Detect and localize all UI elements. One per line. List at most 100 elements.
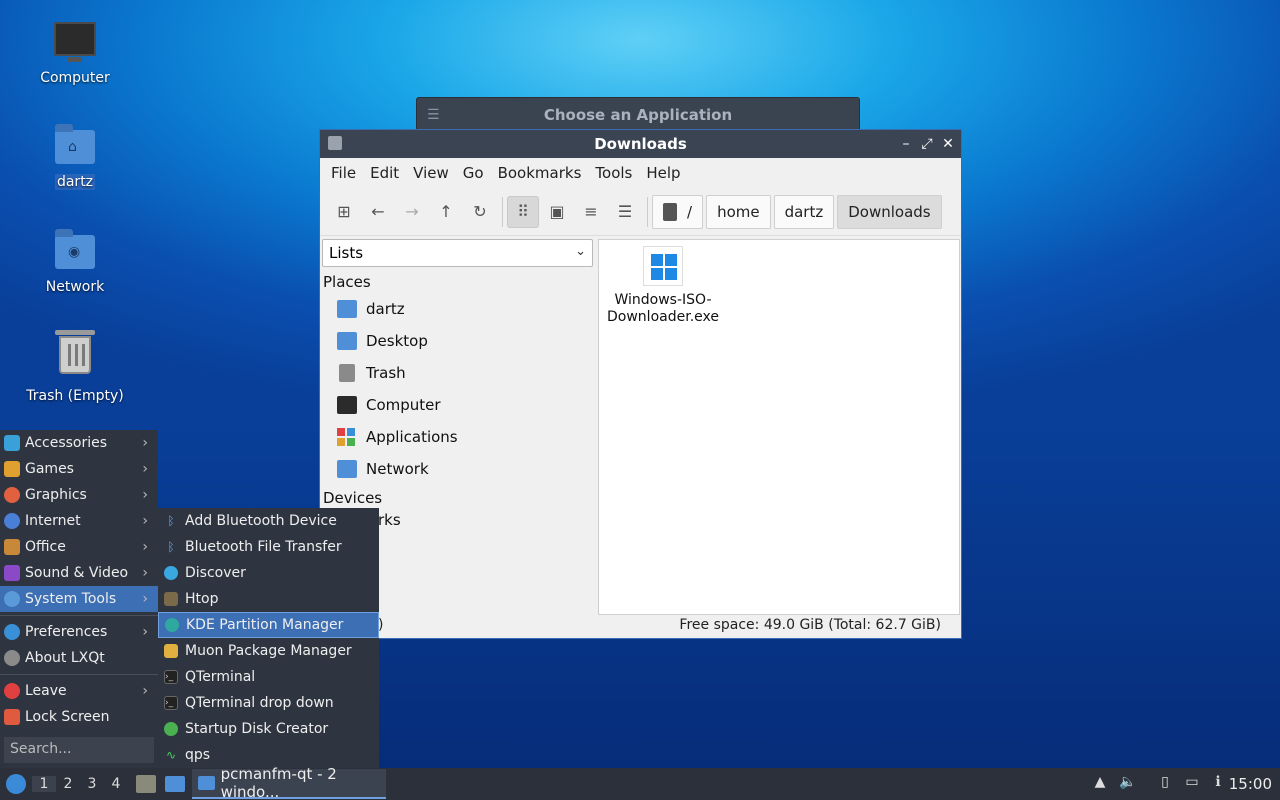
bluetooth-icon: ᛒ: [167, 514, 175, 528]
tray-expand-icon[interactable]: ▲: [1091, 774, 1109, 792]
submenu-discover[interactable]: Discover: [158, 560, 379, 586]
file-name-line: Windows-ISO-: [614, 292, 712, 308]
breadcrumb-downloads[interactable]: Downloads: [837, 194, 942, 229]
menu-divider: [0, 674, 158, 675]
menu-go[interactable]: Go: [456, 164, 491, 182]
dialog-title: Choose an Application: [543, 106, 733, 124]
office-icon: [4, 539, 20, 555]
submenu-muon-package-manager[interactable]: Muon Package Manager: [158, 638, 379, 664]
place-network[interactable]: Network: [320, 453, 595, 485]
file-item[interactable]: Windows-ISO- Downloader.exe: [603, 246, 723, 326]
desktop-icon-computer[interactable]: Computer: [20, 18, 130, 86]
home-folder-icon: [337, 300, 357, 318]
network-status-icon[interactable]: ▭: [1183, 774, 1201, 792]
menu-bookmarks[interactable]: Bookmarks: [491, 164, 589, 182]
new-tab-icon[interactable]: ⊞: [328, 196, 360, 228]
window-titlebar[interactable]: Downloads – ⤢ ✕: [320, 130, 961, 158]
menu-label: Preferences: [25, 624, 108, 640]
back-arrow-icon[interactable]: ←: [362, 196, 394, 228]
network-folder-icon: [337, 460, 357, 478]
file-view[interactable]: Windows-ISO- Downloader.exe: [598, 239, 960, 615]
choose-application-dialog[interactable]: ☰ Choose an Application: [416, 97, 860, 131]
menu-label: QTerminal drop down: [185, 695, 334, 711]
menu-internet[interactable]: Internet ›: [0, 508, 158, 534]
file-manager-launcher-icon[interactable]: [136, 775, 156, 793]
submenu-htop[interactable]: Htop: [158, 586, 379, 612]
place-dartz[interactable]: dartz: [320, 293, 595, 325]
menu-tools[interactable]: Tools: [588, 164, 639, 182]
menu-leave[interactable]: Leave ›: [0, 678, 158, 704]
reload-icon[interactable]: ↻: [464, 196, 496, 228]
system-tools-submenu: ᛒ Add Bluetooth Device ᛒ Bluetooth File Tr…: [158, 508, 379, 768]
start-menu-button[interactable]: [0, 768, 32, 800]
place-applications[interactable]: Applications: [320, 421, 595, 453]
menu-label: Discover: [185, 565, 246, 581]
menu-office[interactable]: Office ›: [0, 534, 158, 560]
places-header[interactable]: Places: [320, 267, 595, 293]
menu-view[interactable]: View: [406, 164, 456, 182]
place-computer[interactable]: Computer: [320, 389, 595, 421]
clock[interactable]: 15:00: [1229, 775, 1272, 793]
workspace-4[interactable]: 4: [104, 776, 128, 792]
menu-sound-video[interactable]: Sound & Video ›: [0, 560, 158, 586]
desktop-icon-trash[interactable]: Trash (Empty): [20, 330, 130, 404]
workspace-3[interactable]: 3: [80, 776, 104, 792]
place-trash[interactable]: Trash: [320, 357, 595, 389]
menu-help[interactable]: Help: [639, 164, 687, 182]
volume-icon[interactable]: 🔈: [1119, 774, 1137, 792]
menu-lock-screen[interactable]: Lock Screen: [0, 704, 158, 730]
submenu-qterminal-drop-down[interactable]: ›_ QTerminal drop down: [158, 690, 379, 716]
up-arrow-icon[interactable]: ↑: [430, 196, 462, 228]
thumbnail-view-icon[interactable]: ▣: [541, 196, 573, 228]
submenu-add-bluetooth-device[interactable]: ᛒ Add Bluetooth Device: [158, 508, 379, 534]
menu-system-tools[interactable]: System Tools ›: [0, 586, 158, 612]
games-icon: [4, 461, 20, 477]
workspace-2[interactable]: 2: [56, 776, 80, 792]
close-icon[interactable]: ✕: [938, 134, 958, 154]
taskbar-task-pcmanfm[interactable]: pcmanfm-qt - 2 windo...: [192, 765, 386, 800]
show-desktop-icon[interactable]: [165, 776, 185, 792]
update-notifier-icon[interactable]: ℹ: [1209, 774, 1227, 792]
menu-label: Htop: [185, 591, 219, 607]
menu-search-input[interactable]: Search...: [4, 737, 154, 763]
menu-accessories[interactable]: Accessories ›: [0, 430, 158, 456]
sound-video-icon: [4, 565, 20, 581]
submenu-qterminal[interactable]: ›_ QTerminal: [158, 664, 379, 690]
menu-preferences[interactable]: Preferences ›: [0, 619, 158, 645]
menu-about-lxqt[interactable]: About LXQt: [0, 645, 158, 671]
menu-label: System Tools: [25, 591, 117, 607]
free-space-label: Free space: 49.0 GiB (Total: 62.7 GiB): [679, 617, 941, 633]
submenu-bluetooth-file-transfer[interactable]: ᛒ Bluetooth File Transfer: [158, 534, 379, 560]
minimize-icon[interactable]: –: [896, 134, 916, 154]
toolbar-divider: [647, 196, 648, 227]
menu-games[interactable]: Games ›: [0, 456, 158, 482]
breadcrumb-dartz[interactable]: dartz: [773, 194, 835, 229]
menu-graphics[interactable]: Graphics ›: [0, 482, 158, 508]
bluetooth-icon: ᛒ: [167, 540, 175, 554]
drive-icon: [663, 202, 677, 221]
power-icon: [4, 683, 20, 699]
desktop-icon-label: Computer: [40, 70, 110, 86]
detailed-list-icon[interactable]: ☰: [609, 196, 641, 228]
side-pane-mode-select[interactable]: Lists ⌄: [322, 239, 593, 267]
forward-arrow-icon[interactable]: →: [396, 196, 428, 228]
breadcrumb-home[interactable]: home: [706, 194, 771, 229]
icon-view-icon[interactable]: ⠿: [507, 195, 539, 228]
place-desktop[interactable]: Desktop: [320, 325, 595, 357]
compact-view-icon[interactable]: ≡: [575, 196, 607, 228]
maximize-icon[interactable]: ⤢: [917, 134, 937, 154]
menu-file[interactable]: File: [324, 164, 363, 182]
devices-header[interactable]: Devices: [320, 485, 595, 509]
toolbar-divider: [502, 196, 503, 227]
submenu-kde-partition-manager[interactable]: KDE Partition Manager: [158, 612, 379, 638]
taskbar: 1 2 3 4 pcmanfm-qt - 2 windo... ▲ 🔈 ▯ ▭ …: [0, 765, 1280, 800]
lxqt-logo-icon: [6, 774, 26, 794]
breadcrumb-root[interactable]: /: [652, 194, 704, 229]
file-manager-window[interactable]: Downloads – ⤢ ✕ File Edit View Go Bookma…: [319, 129, 962, 639]
clipboard-icon[interactable]: ▯: [1156, 774, 1174, 792]
workspace-1[interactable]: 1: [32, 776, 56, 792]
menu-edit[interactable]: Edit: [363, 164, 406, 182]
desktop-icon-dartz[interactable]: ⌂ dartz: [20, 122, 130, 190]
submenu-startup-disk-creator[interactable]: Startup Disk Creator: [158, 716, 379, 742]
desktop-icon-network[interactable]: ◉ Network: [20, 227, 130, 295]
